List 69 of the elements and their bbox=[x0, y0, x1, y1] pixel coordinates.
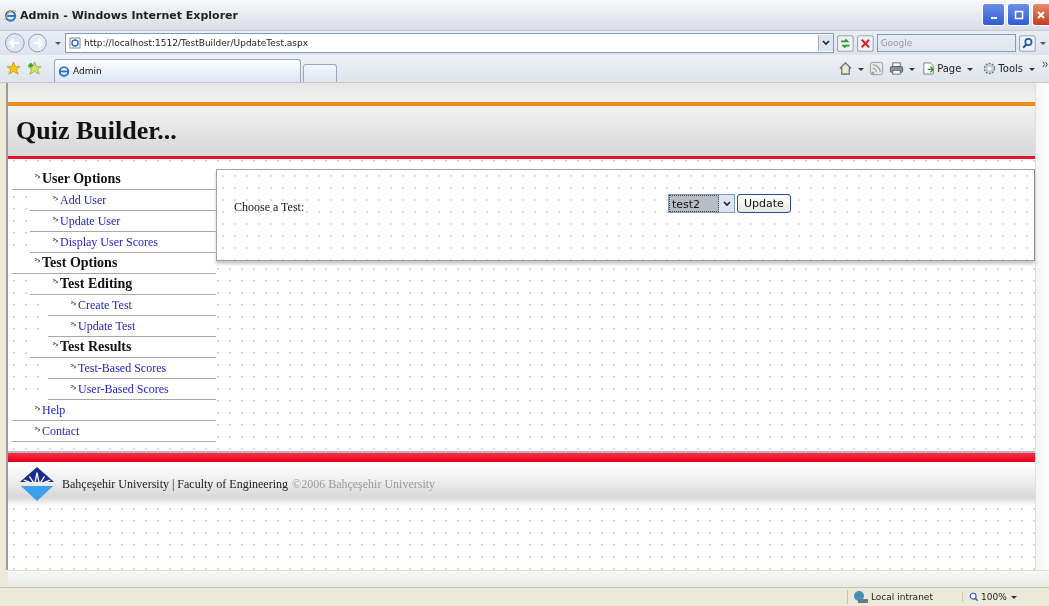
menu-item[interactable]: Display User Scores bbox=[53, 234, 158, 250]
menu-item[interactable]: Test Results bbox=[53, 339, 132, 355]
maximize-button[interactable] bbox=[1007, 3, 1030, 26]
printer-icon[interactable] bbox=[889, 61, 905, 76]
zoom-control[interactable]: 100% bbox=[962, 592, 1049, 602]
arrow-icon bbox=[53, 216, 58, 223]
search-icon[interactable] bbox=[1019, 34, 1037, 52]
magnifier-icon bbox=[969, 592, 979, 602]
chevron-down-icon bbox=[822, 39, 831, 47]
menu-item[interactable]: Add User bbox=[53, 192, 107, 208]
site-title: Quiz Builder... bbox=[16, 116, 177, 146]
menu-item[interactable]: Test-Based Scores bbox=[71, 360, 167, 376]
minimize-button[interactable] bbox=[982, 3, 1005, 26]
caret-icon[interactable] bbox=[1039, 39, 1047, 47]
page-icon bbox=[69, 37, 82, 49]
close-button[interactable] bbox=[1032, 3, 1049, 26]
horizontal-scrollbar[interactable] bbox=[8, 570, 1049, 587]
arrow-icon bbox=[71, 384, 76, 391]
search-field[interactable]: Google bbox=[876, 34, 1017, 52]
chevron-icon[interactable] bbox=[1042, 61, 1049, 68]
page-menu[interactable]: Page bbox=[922, 62, 975, 75]
stop-icon[interactable] bbox=[856, 34, 874, 52]
browser-logo-icon bbox=[4, 8, 17, 22]
close-icon bbox=[1036, 9, 1046, 20]
menu-item[interactable]: Create Test bbox=[71, 297, 132, 313]
update-button[interactable]: Update bbox=[737, 194, 791, 213]
caret-icon[interactable] bbox=[54, 39, 63, 47]
tools-menu[interactable]: Tools bbox=[983, 62, 1036, 75]
menu-item[interactable]: Test Editing bbox=[53, 276, 133, 292]
address-field[interactable]: http://localhost:1512/TestBuilder/UpdateTest.aspx bbox=[65, 33, 835, 53]
menu-item[interactable]: Contact bbox=[35, 423, 80, 439]
home-icon[interactable] bbox=[838, 61, 854, 76]
copyright-text: ©2006 Bahçeşehir University bbox=[292, 476, 436, 492]
arrow-icon bbox=[71, 300, 76, 307]
page-icon bbox=[922, 62, 936, 75]
footer-text: Bahçeşehir University | Faculty of Engineering bbox=[62, 476, 288, 492]
browser-tab[interactable]: Admin bbox=[54, 59, 301, 82]
test-dropdown[interactable]: test2 bbox=[668, 194, 735, 213]
arrow-icon bbox=[53, 195, 58, 202]
minimize-icon bbox=[990, 16, 997, 19]
window-title: Admin - Windows Internet Explorer bbox=[20, 8, 238, 22]
chevron-down-icon bbox=[722, 199, 731, 208]
maximize-icon bbox=[1013, 9, 1024, 20]
menu-item[interactable]: User Options bbox=[35, 171, 121, 187]
zone-text: Local intranet bbox=[871, 592, 933, 602]
dropdown-button[interactable] bbox=[818, 35, 834, 51]
arrow-icon bbox=[53, 279, 58, 285]
add-favorite-icon[interactable] bbox=[27, 61, 42, 76]
star-icon[interactable] bbox=[6, 61, 21, 76]
arrow-icon bbox=[35, 405, 40, 412]
arrow-icon bbox=[71, 363, 76, 370]
menu-item[interactable]: Test Options bbox=[35, 255, 118, 271]
menu-item[interactable]: Help bbox=[35, 402, 66, 418]
menu-item[interactable]: Update Test bbox=[71, 318, 136, 334]
caret-icon bbox=[1009, 593, 1018, 601]
menu-item[interactable]: Update User bbox=[53, 213, 121, 229]
university-logo-icon bbox=[18, 465, 56, 503]
vertical-scrollbar[interactable] bbox=[1035, 83, 1049, 570]
menu-item[interactable]: User-Based Scores bbox=[71, 381, 169, 397]
choose-test-label: Choose a Test: bbox=[234, 200, 305, 215]
arrow-icon bbox=[35, 258, 40, 264]
gear-icon bbox=[983, 62, 997, 75]
browser-logo-icon bbox=[58, 65, 70, 77]
arrow-icon bbox=[35, 426, 40, 433]
arrow-icon bbox=[53, 342, 58, 348]
arrow-icon bbox=[35, 174, 40, 180]
network-icon bbox=[852, 590, 868, 604]
arrow-icon bbox=[53, 237, 58, 244]
arrow-icon bbox=[71, 321, 76, 328]
